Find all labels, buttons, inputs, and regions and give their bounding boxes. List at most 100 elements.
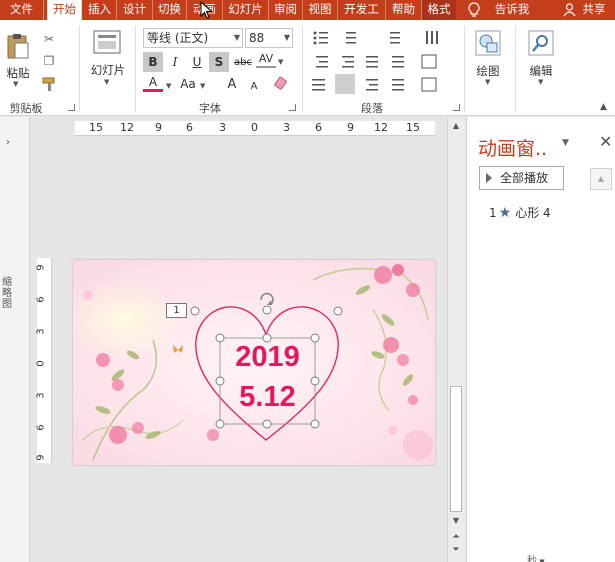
- vertical-ruler: 9 6 3 0 3 6 9: [35, 258, 52, 463]
- new-slide-button[interactable]: 幻灯片: [87, 62, 129, 78]
- next-slide-icon[interactable]: ⏷: [449, 545, 463, 555]
- play-all-button[interactable]: 全部播放: [479, 166, 564, 190]
- ruler-tick: 9: [35, 264, 47, 271]
- clipboard-launcher-icon[interactable]: [68, 104, 75, 111]
- ruler-tick: 15: [89, 121, 103, 134]
- thumbnail-pane-collapsed[interactable]: › 缩略图: [0, 117, 30, 562]
- font-color-button[interactable]: A: [143, 74, 163, 92]
- cut-icon[interactable]: ✂: [40, 30, 58, 48]
- ruler-tick: 12: [374, 121, 388, 134]
- chevron-down-icon[interactable]: ▼: [538, 78, 543, 86]
- editing-button[interactable]: 编辑: [525, 63, 557, 79]
- paste-icon[interactable]: [6, 32, 30, 60]
- shadow-button[interactable]: S: [209, 52, 229, 72]
- italic-button[interactable]: I: [165, 52, 185, 72]
- font-size-combo[interactable]: 88 ▼: [245, 28, 293, 48]
- mouse-cursor-icon: [200, 1, 213, 19]
- ruler-tick: 3: [283, 121, 290, 134]
- font-group-label: 字体: [199, 102, 221, 115]
- animation-list-item[interactable]: 1 ★ 心形 4: [489, 204, 551, 221]
- pane-options-icon[interactable]: ▼: [562, 138, 569, 148]
- tell-me-box[interactable]: 告诉我: [490, 0, 534, 20]
- divider: [302, 26, 303, 112]
- underline-button[interactable]: U: [187, 52, 207, 72]
- tab-view[interactable]: 视图: [303, 0, 338, 20]
- ruler-tick: 6: [315, 121, 322, 134]
- ruler-tick: 3: [219, 121, 226, 134]
- previous-slide-icon[interactable]: ⏶: [449, 532, 463, 542]
- animation-pane-title: 动画窗..: [478, 138, 548, 160]
- tab-review[interactable]: 审阅: [269, 0, 303, 20]
- ruler-tick: 15: [406, 121, 420, 134]
- font-launcher-icon[interactable]: [289, 104, 296, 111]
- move-up-button[interactable]: ▲: [590, 168, 612, 190]
- copy-icon[interactable]: ❐: [40, 52, 58, 70]
- scroll-up-icon[interactable]: ▲: [449, 121, 463, 130]
- paragraph-controls-icon[interactable]: [310, 28, 460, 98]
- scroll-down-icon[interactable]: ▼: [449, 516, 463, 525]
- star-icon: ★: [498, 205, 512, 221]
- play-icon: [486, 173, 492, 183]
- change-case-button[interactable]: Aa: [177, 74, 199, 94]
- expand-thumbnails-icon[interactable]: ›: [6, 137, 10, 148]
- strikethrough-button[interactable]: abc: [231, 52, 255, 72]
- ruler-tick: 9: [155, 121, 162, 134]
- tab-developer[interactable]: 开发工: [338, 0, 386, 20]
- chevron-down-icon[interactable]: ▼: [166, 82, 171, 90]
- collapse-ribbon-icon[interactable]: ▲: [600, 102, 607, 112]
- ribbon-tab-bar: 文件 开始 插入 设计 切换 动画 幻灯片 审阅 视图 开发工 帮助 格式 告诉…: [0, 0, 615, 20]
- divider: [135, 26, 136, 112]
- slide-text-year[interactable]: 2019: [220, 341, 315, 374]
- animation-target-name: 心形 4: [515, 206, 551, 220]
- tab-file[interactable]: 文件: [0, 0, 44, 20]
- clipboard-group-label: 剪贴板: [9, 102, 43, 115]
- chevron-down-icon[interactable]: ▼: [234, 29, 240, 47]
- play-all-label: 全部播放: [500, 171, 549, 185]
- bold-button[interactable]: B: [143, 52, 163, 72]
- share-button[interactable]: 共享: [578, 0, 610, 20]
- close-icon[interactable]: ✕: [599, 132, 612, 151]
- format-painter-icon[interactable]: [41, 76, 58, 92]
- clear-formatting-icon[interactable]: [272, 76, 288, 92]
- tab-help[interactable]: 帮助: [386, 0, 422, 20]
- ruler-tick: 3: [35, 392, 47, 399]
- tab-insert[interactable]: 插入: [83, 0, 117, 20]
- drawing-shapes-icon[interactable]: [475, 30, 501, 56]
- ribbon: 粘贴 ▼ ✂ ❐ 剪贴板 幻灯片 ▼ 等线 (正文) ▼ 88 ▼ B I U …: [0, 20, 615, 116]
- paste-button[interactable]: 粘贴: [5, 65, 31, 81]
- tab-home[interactable]: 开始: [47, 0, 82, 20]
- new-slide-dropdown-icon[interactable]: ▼: [104, 78, 109, 86]
- paragraph-launcher-icon[interactable]: [453, 104, 460, 111]
- slide-number-badge: 1: [166, 303, 187, 318]
- grow-font-button[interactable]: A: [222, 74, 242, 94]
- font-name-value: 等线 (正文): [147, 31, 209, 45]
- ruler-tick: 12: [120, 121, 134, 134]
- lightbulb-icon: [468, 2, 480, 17]
- thumbnail-label: 缩略图: [2, 277, 12, 310]
- tab-design[interactable]: 设计: [117, 0, 153, 20]
- ruler-tick: 9: [347, 121, 354, 134]
- animation-index: 1: [489, 206, 497, 220]
- new-slide-icon[interactable]: [93, 30, 121, 54]
- chevron-down-icon[interactable]: ▼: [200, 82, 205, 90]
- chevron-down-icon[interactable]: ▼: [485, 78, 490, 86]
- chevron-down-icon[interactable]: ▼: [284, 29, 290, 47]
- tab-format[interactable]: 格式: [422, 0, 456, 20]
- shrink-font-button[interactable]: A: [244, 76, 264, 96]
- ruler-tick: 9: [35, 454, 47, 461]
- slide-text-date[interactable]: 5.12: [220, 381, 315, 414]
- tab-transitions[interactable]: 切换: [153, 0, 187, 20]
- tab-slideshow[interactable]: 幻灯片: [223, 0, 269, 20]
- align-center-button[interactable]: [335, 74, 355, 94]
- ruler-tick: 6: [186, 121, 193, 134]
- char-spacing-button[interactable]: AV: [256, 50, 276, 68]
- paste-dropdown-icon[interactable]: ▼: [13, 80, 18, 88]
- scrollbar-thumb[interactable]: [450, 386, 462, 512]
- font-name-combo[interactable]: 等线 (正文) ▼: [143, 28, 243, 48]
- divider: [515, 26, 516, 112]
- search-icon[interactable]: [528, 30, 554, 56]
- paragraph-group-label: 段落: [361, 102, 383, 115]
- chevron-down-icon[interactable]: ▼: [278, 58, 283, 66]
- ruler-tick: 0: [251, 121, 258, 134]
- drawing-button[interactable]: 绘图: [472, 63, 504, 79]
